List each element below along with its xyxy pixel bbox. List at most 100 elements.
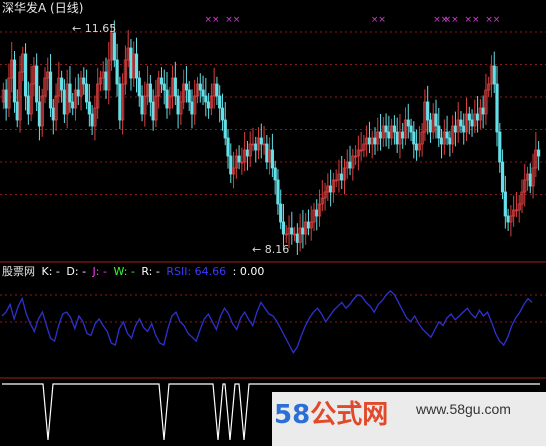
candle-body [426, 101, 430, 121]
candle-body [254, 143, 258, 151]
candle-body [315, 209, 319, 217]
watermark-logo-text: 公式网 [310, 400, 389, 430]
candle-body [237, 155, 241, 163]
candle-body [281, 221, 286, 235]
indicator-extra: : 0.00 [232, 265, 265, 278]
candle-body [12, 59, 17, 103]
candle-body [201, 89, 205, 97]
indicator-name: 股票网 [2, 265, 35, 278]
candle-body [207, 101, 211, 109]
candle-body [481, 107, 485, 115]
candle-body [173, 77, 177, 97]
chart-canvas: ×× ×× ×× ×××× ×× ×× [0, 15, 546, 441]
candle-body [37, 101, 42, 127]
candle-body [129, 47, 133, 79]
candle-body [498, 131, 502, 163]
candle-body [134, 53, 139, 79]
candle-body [448, 137, 452, 145]
indicator-w: W: - [113, 265, 135, 278]
candle-body [115, 59, 119, 85]
candle-body [176, 95, 180, 115]
high-price-value: 11.65 [84, 22, 117, 35]
candle-body [165, 89, 169, 109]
candle-body [162, 83, 166, 91]
candle-body [409, 125, 413, 133]
signal-marker: ×× [444, 15, 459, 25]
candle-body [104, 71, 108, 91]
candle-body [387, 131, 391, 139]
candle-body [528, 173, 532, 187]
candle-body [406, 119, 410, 127]
candle-body [500, 161, 505, 193]
indicator-k: K: - [41, 265, 60, 278]
indicator-rsii: RSII: 64.66 [166, 265, 227, 278]
candle-body [140, 95, 144, 115]
candle-body [15, 101, 19, 121]
indicator-j: J: - [92, 265, 107, 278]
candle-body [229, 155, 233, 175]
watermark-logo: 58公式网 [274, 394, 388, 431]
candle-body [428, 119, 433, 133]
candle-body [118, 83, 122, 121]
candle-body [301, 227, 305, 235]
candle-body [470, 119, 474, 127]
watermark-logo-number: 58 [274, 400, 311, 430]
candle-body [265, 143, 269, 163]
candle-body [276, 179, 280, 205]
signal-marker: ×× [464, 15, 479, 25]
candle-body [437, 125, 441, 139]
candle-body [295, 233, 299, 243]
candle-body [395, 131, 399, 145]
candle-body [459, 119, 463, 127]
candle-body [384, 125, 388, 133]
candle-body [35, 65, 39, 103]
signal-marker: ×× [371, 15, 386, 25]
signal-marker: ×× [485, 15, 500, 25]
candle-body [412, 131, 416, 145]
candle-body [51, 107, 55, 121]
candle-body [414, 143, 419, 151]
candle-body [190, 101, 194, 115]
candle-body [137, 77, 141, 97]
candle-body [306, 221, 311, 229]
candle-body [492, 65, 496, 85]
indicator-r: R: - [141, 265, 160, 278]
candle-body [60, 77, 64, 91]
candle-body [439, 137, 444, 145]
candle-body [378, 131, 383, 139]
candle-body [367, 137, 372, 145]
watermark-url: www.58gu.com [416, 401, 511, 417]
low-price-value: 8.16 [264, 243, 290, 256]
candle-body [348, 161, 352, 169]
candle-body [273, 167, 277, 181]
candle-body [76, 89, 80, 97]
candle-body [226, 137, 230, 157]
signal-marker: ×× [204, 15, 219, 25]
candle-body [223, 119, 227, 139]
candle-body [245, 149, 250, 157]
candle-body [23, 53, 28, 97]
high-price-label: ← 11.65 [72, 22, 117, 35]
candle-body [148, 83, 152, 103]
candle-body [434, 113, 438, 127]
candle-body [87, 101, 91, 115]
candle-body [68, 83, 72, 103]
candle-body [71, 101, 75, 109]
candle-body [373, 137, 377, 145]
candle-body [290, 227, 294, 235]
candle-body [215, 83, 219, 97]
candle-body [329, 185, 333, 193]
candle-body [112, 32, 116, 61]
candle-body [401, 131, 405, 139]
candle-body [82, 77, 86, 85]
candle-body [204, 95, 208, 103]
candle-body [270, 149, 274, 169]
candle-body [187, 89, 191, 103]
candle-body [62, 89, 66, 115]
candle-body [151, 101, 155, 121]
candle-body [340, 173, 344, 181]
chart-title: 深华发A (日线) [2, 1, 84, 15]
indicator-readout-row: 股票网 K: - D: - J: - W: - R: - RSII: 64.66… [2, 265, 267, 278]
chart-window: ×× ×× ×× ×× ×× ×× ×× 深华发A (日线) ← 11.65 ← 8.16 … [0, 0, 546, 446]
candle-body [26, 95, 30, 115]
